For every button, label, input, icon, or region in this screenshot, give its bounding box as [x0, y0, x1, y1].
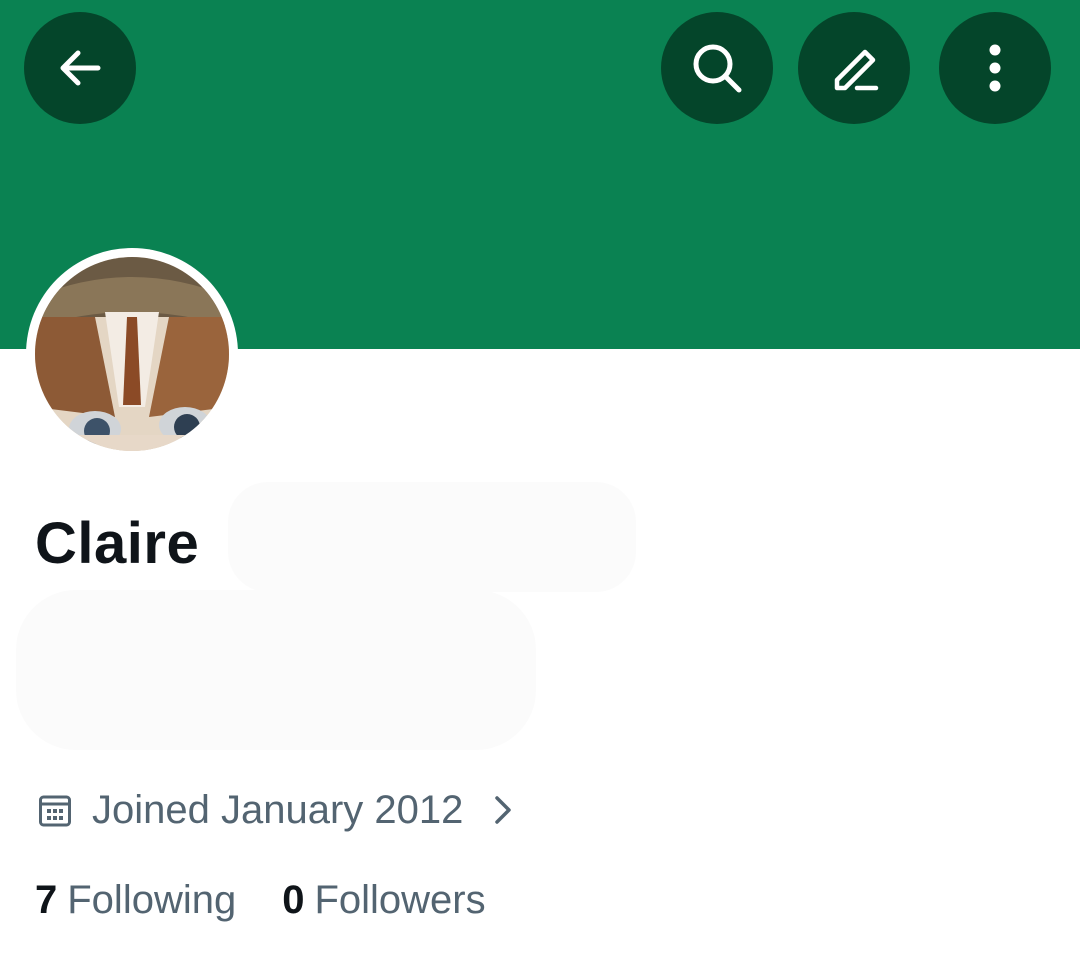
arrow-left-icon — [60, 50, 101, 86]
followers-count: 0 — [282, 877, 305, 922]
followers-link[interactable]: 0 Followers — [282, 878, 485, 923]
search-button[interactable] — [661, 12, 773, 124]
more-vertical-icon — [989, 44, 1001, 92]
avatar-image — [35, 257, 229, 451]
joined-date-text: Joined January 2012 — [92, 787, 464, 832]
pencil-icon — [834, 49, 879, 91]
chevron-right-icon — [495, 796, 512, 824]
following-label: Following — [67, 877, 237, 922]
redacted-bio — [16, 590, 536, 750]
search-icon — [693, 44, 742, 93]
avatar[interactable] — [35, 257, 229, 451]
following-link[interactable]: 7 Following — [35, 878, 236, 923]
follow-stats: 7 Following 0 Followers — [35, 870, 486, 930]
joined-row[interactable]: Joined January 2012 — [38, 785, 513, 835]
edit-button[interactable] — [798, 12, 910, 124]
redacted-username — [228, 482, 636, 592]
back-button[interactable] — [24, 12, 136, 124]
followers-label: Followers — [314, 877, 486, 922]
following-count: 7 — [35, 877, 58, 922]
more-options-button[interactable] — [939, 12, 1051, 124]
calendar-icon — [39, 795, 71, 827]
display-name: Claire — [35, 511, 200, 576]
